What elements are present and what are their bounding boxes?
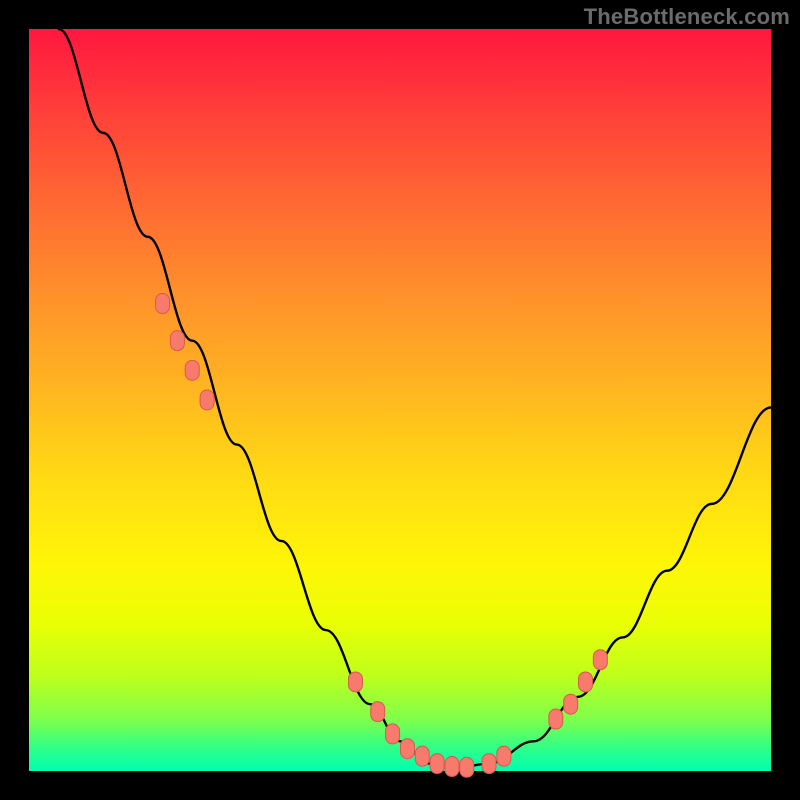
marker-dot (430, 754, 444, 774)
marker-dot (579, 672, 593, 692)
outer-frame: TheBottleneck.com (0, 0, 800, 800)
chart-svg (29, 29, 771, 771)
marker-dot (549, 709, 563, 729)
marker-dot (415, 746, 429, 766)
marker-dot (185, 360, 199, 380)
marker-dot (156, 294, 170, 314)
bottleneck-curve (59, 29, 771, 767)
marker-dot (445, 757, 459, 777)
marker-dot (371, 702, 385, 722)
watermark-text: TheBottleneck.com (584, 4, 790, 30)
marker-dot (593, 650, 607, 670)
plot-area (29, 29, 771, 771)
marker-dot (200, 390, 214, 410)
marker-dot (348, 672, 362, 692)
marker-dot (386, 724, 400, 744)
marker-dot (482, 754, 496, 774)
marker-group (156, 294, 608, 778)
marker-dot (400, 739, 414, 759)
marker-dot (170, 331, 184, 351)
marker-dot (497, 746, 511, 766)
marker-dot (460, 757, 474, 777)
marker-dot (564, 694, 578, 714)
